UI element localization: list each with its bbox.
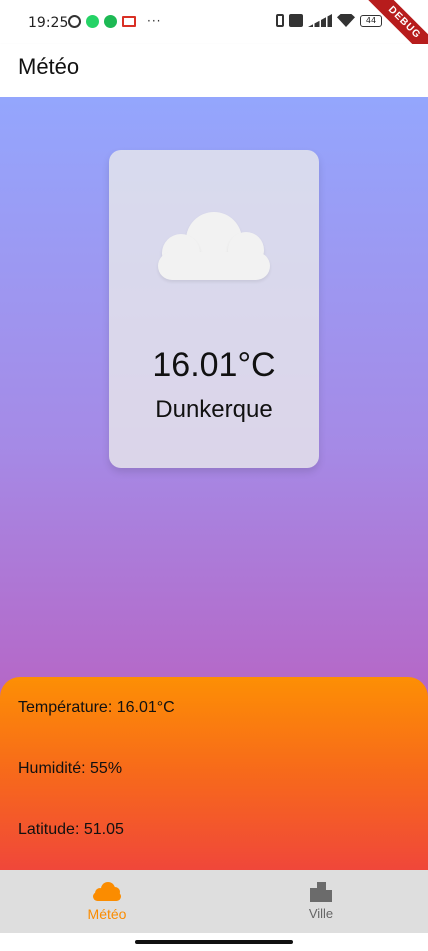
weather-screen: 16.01°C Dunkerque Température: 16.01°C H…	[0, 97, 428, 870]
alarm-icon	[68, 14, 81, 28]
nav-label-ville: Ville	[308, 906, 334, 921]
battery-icon: 44	[360, 14, 382, 27]
home-indicator[interactable]	[135, 940, 293, 944]
app-bar: Météo	[0, 44, 428, 97]
weather-details-panel: Température: 16.01°C Humidité: 55% Latit…	[0, 677, 428, 870]
nav-label-meteo: Météo	[87, 906, 127, 922]
more-notifications-icon: ···	[147, 14, 162, 28]
card-city: Dunkerque	[155, 396, 273, 423]
spotify-icon	[104, 14, 117, 28]
detail-latitude: Latitude: 51.05	[18, 821, 124, 838]
weather-card: 16.01°C Dunkerque	[109, 150, 319, 468]
status-bar: 19:25 ··· 44	[0, 0, 428, 44]
gesture-area	[0, 933, 428, 951]
detail-temperature: Température: 16.01°C	[18, 699, 175, 716]
whatsapp-icon	[86, 14, 99, 28]
signal-icon	[308, 14, 332, 27]
page-title: Météo	[18, 54, 80, 79]
detail-humidity: Humidité: 55%	[18, 760, 123, 777]
system-icons: 44	[276, 14, 382, 27]
status-time: 19:25	[28, 15, 69, 31]
nav-item-ville[interactable]: Ville	[214, 870, 428, 933]
city-icon	[310, 882, 332, 902]
cloud-icon	[93, 882, 121, 902]
bottom-navigation: Météo Ville	[0, 870, 428, 933]
card-temperature: 16.01°C	[152, 346, 276, 384]
cloud-icon	[158, 210, 270, 282]
nav-item-meteo[interactable]: Météo	[0, 870, 214, 933]
bluetooth-icon	[276, 14, 284, 27]
volte-icon	[289, 14, 303, 27]
gmail-icon	[122, 15, 136, 27]
wifi-icon	[337, 14, 355, 27]
notification-icons: ···	[68, 14, 161, 28]
